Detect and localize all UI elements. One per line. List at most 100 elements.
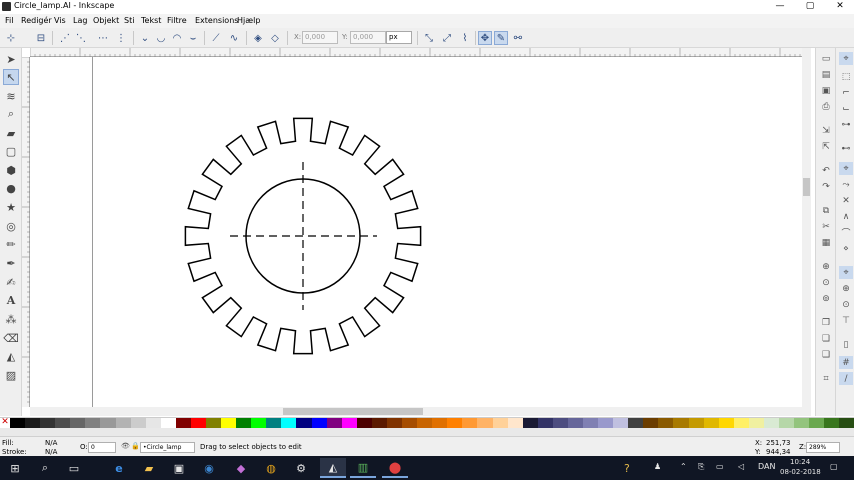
horizontal-scroll-thumb[interactable]: [283, 408, 423, 415]
zoom-drawing-icon[interactable]: ⊙: [819, 276, 833, 289]
mask-icon[interactable]: ✎: [494, 31, 508, 45]
drawing-canvas[interactable]: [30, 57, 802, 407]
color-swatch[interactable]: [462, 418, 478, 428]
cusp-node-icon[interactable]: ⌄: [138, 31, 152, 45]
store-icon[interactable]: ▣: [166, 458, 192, 478]
windows-start-icon[interactable]: ⊞: [2, 458, 28, 478]
snap-center-icon[interactable]: ⊕: [839, 282, 853, 295]
color-swatch[interactable]: [10, 418, 26, 428]
network-icon[interactable]: ⎘: [698, 462, 704, 472]
current-layer-select[interactable]: •Circle_lamp: [140, 442, 195, 453]
clone-icon[interactable]: ❏: [819, 332, 833, 345]
calligraphy-tool-icon[interactable]: ✍: [3, 274, 19, 290]
color-swatch[interactable]: [537, 418, 553, 428]
color-swatch[interactable]: [115, 418, 131, 428]
menu-file[interactable]: Fil: [5, 16, 13, 25]
color-swatch[interactable]: [703, 418, 719, 428]
color-swatch[interactable]: [582, 418, 599, 428]
color-swatch[interactable]: [552, 418, 568, 428]
color-swatch[interactable]: [432, 418, 448, 428]
color-swatch[interactable]: [778, 418, 795, 428]
layer-visibility-icon[interactable]: 👁: [121, 442, 130, 450]
ellipse-tool-icon[interactable]: ●: [3, 180, 19, 196]
volume-icon[interactable]: ◁: [738, 462, 744, 471]
delete-segment-icon[interactable]: ⋮: [114, 31, 128, 45]
color-swatch[interactable]: [402, 418, 418, 428]
inkscape-taskbar-icon[interactable]: ◭: [320, 458, 346, 478]
break-path-icon[interactable]: ⋱: [74, 31, 88, 45]
stroke-value[interactable]: N/A: [45, 448, 57, 456]
insert-node-icon[interactable]: ⊹: [4, 31, 18, 45]
color-swatch[interactable]: [371, 418, 387, 428]
color-swatch[interactable]: [251, 418, 267, 428]
snap-midpoint-icon[interactable]: ⋄: [839, 242, 853, 255]
color-swatch[interactable]: [341, 418, 357, 428]
print-icon[interactable]: ⎙: [819, 100, 833, 113]
snap-path-icon[interactable]: ⤳: [839, 178, 853, 191]
snap-text-baseline-icon[interactable]: ⊤: [839, 314, 853, 327]
layer-lock-icon[interactable]: 🔒: [131, 442, 140, 450]
color-swatch[interactable]: [386, 418, 403, 428]
color-swatch[interactable]: [658, 418, 674, 428]
color-swatch[interactable]: [281, 418, 297, 428]
settings-icon[interactable]: ⚙: [288, 458, 314, 478]
color-swatch[interactable]: [824, 418, 840, 428]
color-swatch[interactable]: [130, 418, 146, 428]
3d-box-tool-icon[interactable]: ⬢: [3, 162, 19, 178]
snap-bbox-center-icon[interactable]: ⊷: [839, 142, 853, 155]
vertical-scrollbar[interactable]: [802, 48, 811, 416]
symmetric-node-icon[interactable]: ◠: [170, 31, 184, 45]
zoom-tool-icon[interactable]: ⌕: [3, 106, 19, 122]
menu-extensions[interactable]: Extensions: [195, 16, 238, 25]
copy-icon[interactable]: ⧉: [819, 204, 833, 217]
zoom-page-icon[interactable]: ⊚: [819, 292, 833, 305]
snap-nodes-icon[interactable]: ⌖: [839, 162, 853, 175]
join-segment-icon[interactable]: ⋯: [96, 31, 110, 45]
clock-date[interactable]: 08-02-2018: [780, 468, 821, 476]
spiral-tool-icon[interactable]: ◎: [3, 218, 19, 234]
snap-enable-icon[interactable]: ⌖: [839, 52, 853, 65]
color-swatch[interactable]: [839, 418, 854, 428]
palette-scrollbar[interactable]: [0, 428, 854, 436]
unit-select[interactable]: px: [386, 31, 412, 44]
snap-intersection-icon[interactable]: ✕: [839, 194, 853, 207]
vertical-scroll-thumb[interactable]: [803, 178, 810, 196]
selector-tool-icon[interactable]: ➤: [3, 51, 19, 67]
snap-others-icon[interactable]: ⌖: [839, 266, 853, 279]
spreadsheet-app-icon[interactable]: ▥: [350, 458, 376, 478]
snap-guide-icon[interactable]: /: [839, 372, 853, 385]
menu-view[interactable]: Vis: [54, 16, 66, 25]
color-swatch[interactable]: [100, 418, 116, 428]
maximize-button[interactable]: ▢: [796, 0, 824, 14]
snap-grid-icon[interactable]: #: [839, 356, 853, 369]
color-swatch[interactable]: [236, 418, 252, 428]
app-globe-icon[interactable]: ◉: [196, 458, 222, 478]
snap-smooth-icon[interactable]: ⌒: [839, 226, 853, 239]
pen-tool-icon[interactable]: ✒: [3, 255, 19, 271]
menu-help[interactable]: Hjælp: [237, 16, 260, 25]
gradient-tool-icon[interactable]: ▨: [3, 367, 19, 383]
delete-node-icon[interactable]: ⊟: [34, 31, 48, 45]
snap-bbox-corner-icon[interactable]: ⌙: [839, 102, 853, 115]
color-swatch[interactable]: [221, 418, 237, 428]
horizontal-scrollbar[interactable]: [30, 407, 802, 416]
edge-browser-icon[interactable]: e: [106, 458, 132, 478]
battery-icon[interactable]: ▭: [716, 462, 724, 471]
snap-bbox-edge-icon[interactable]: ⌐: [839, 86, 853, 99]
paint-app-icon[interactable]: ◆: [228, 458, 254, 478]
color-swatch[interactable]: [447, 418, 463, 428]
color-swatch[interactable]: [70, 418, 86, 428]
object-to-path-icon[interactable]: ◈: [251, 31, 265, 45]
zoom-input[interactable]: 289%: [806, 442, 840, 453]
color-swatch[interactable]: [809, 418, 825, 428]
tray-chevron-icon[interactable]: ⌃: [680, 462, 687, 471]
color-swatch[interactable]: [522, 418, 538, 428]
paint-bucket-tool-icon[interactable]: ◭: [3, 348, 19, 364]
color-swatch[interactable]: [311, 418, 327, 428]
fill-value[interactable]: N/A: [45, 439, 57, 447]
color-swatch[interactable]: [763, 418, 779, 428]
path-effect-icon[interactable]: ⚯: [511, 31, 525, 45]
paste-icon[interactable]: ▦: [819, 236, 833, 249]
color-swatch[interactable]: [477, 418, 493, 428]
color-swatch[interactable]: [733, 418, 749, 428]
